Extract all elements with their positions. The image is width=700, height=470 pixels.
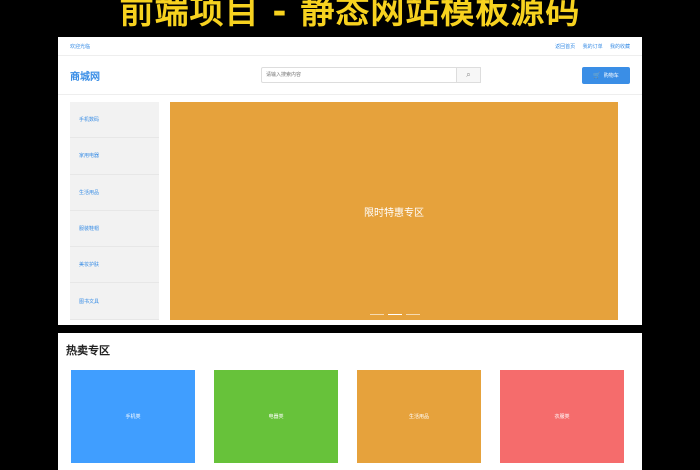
hot-cards: 手机类 电器类 生活用品 衣服类: [71, 370, 624, 463]
carousel-dot-active[interactable]: [388, 314, 402, 315]
cart-label: 购物车: [603, 72, 619, 79]
sidebar-item-label: 家用电器: [79, 153, 100, 160]
sidebar-item-phones[interactable]: 手机数码: [70, 102, 159, 139]
sidebar-item-label: 生活用品: [79, 189, 100, 196]
main-area: 手机数码 家用电器 生活用品 服装鞋帽 美妆护肤 图书文具 限时特惠专区: [58, 95, 642, 320]
search-bar: ⌕: [261, 67, 481, 83]
top-links: 返回首页 我的订单 我的收藏: [549, 43, 630, 50]
promo-banner[interactable]: 限时特惠专区: [170, 102, 618, 320]
site-logo[interactable]: 商城网: [70, 68, 100, 83]
hot-card-clothes[interactable]: 衣服类: [500, 370, 624, 463]
sidebar-item-label: 美妆护肤: [79, 262, 100, 269]
sidebar-item-books[interactable]: 图书文具: [70, 283, 159, 320]
carousel-dot[interactable]: [370, 314, 384, 315]
card-label: 衣服类: [554, 414, 570, 420]
hot-card-phones[interactable]: 手机类: [71, 370, 195, 463]
sidebar-item-label: 服装鞋帽: [79, 226, 100, 233]
category-sidebar: 手机数码 家用电器 生活用品 服装鞋帽 美妆护肤 图书文具: [70, 102, 159, 320]
top-link-home[interactable]: 返回首页: [555, 44, 575, 50]
card-label: 生活用品: [408, 414, 429, 420]
search-input[interactable]: [261, 67, 457, 83]
sidebar-item-clothing[interactable]: 服装鞋帽: [70, 211, 159, 248]
hot-card-appliances[interactable]: 电器类: [214, 370, 338, 463]
search-button[interactable]: ⌕: [457, 67, 481, 83]
sidebar-item-appliances[interactable]: 家用电器: [70, 138, 159, 175]
title-banner: 前端项目 - 静态网站模板源码: [0, 0, 700, 38]
sidebar-item-daily-goods[interactable]: 生活用品: [70, 175, 159, 211]
welcome-text: 欢迎光临: [70, 43, 91, 50]
banner-title: 前端项目 - 静态网站模板源码: [119, 0, 581, 32]
sidebar-item-label: 图书文具: [79, 298, 100, 305]
top-link-orders[interactable]: 我的订单: [583, 44, 603, 50]
carousel-dot[interactable]: [406, 314, 420, 315]
promo-banner-label: 限时特惠专区: [364, 207, 424, 219]
site-preview: 欢迎光临 返回首页 我的订单 我的收藏 商城网 ⌕ 🛒 购物车 手机数码 家用电…: [58, 37, 642, 325]
sidebar-item-label: 手机数码: [79, 117, 100, 124]
cart-icon: 🛒: [593, 72, 601, 79]
hot-sale-section: 热卖专区 手机类 电器类 生活用品 衣服类: [58, 333, 642, 470]
sidebar-item-beauty[interactable]: 美妆护肤: [70, 247, 159, 284]
carousel-indicators: [370, 314, 420, 315]
card-label: 电器类: [268, 414, 284, 420]
search-icon: ⌕: [466, 70, 471, 79]
card-label: 手机类: [125, 414, 141, 420]
top-bar: 欢迎光临 返回首页 我的订单 我的收藏: [58, 37, 642, 56]
hot-card-daily-goods[interactable]: 生活用品: [357, 370, 481, 463]
section-title: 热卖专区: [66, 345, 110, 357]
top-link-favorites[interactable]: 我的收藏: [610, 44, 630, 50]
site-header: 商城网 ⌕ 🛒 购物车: [58, 56, 642, 95]
cart-button[interactable]: 🛒 购物车: [582, 66, 630, 84]
